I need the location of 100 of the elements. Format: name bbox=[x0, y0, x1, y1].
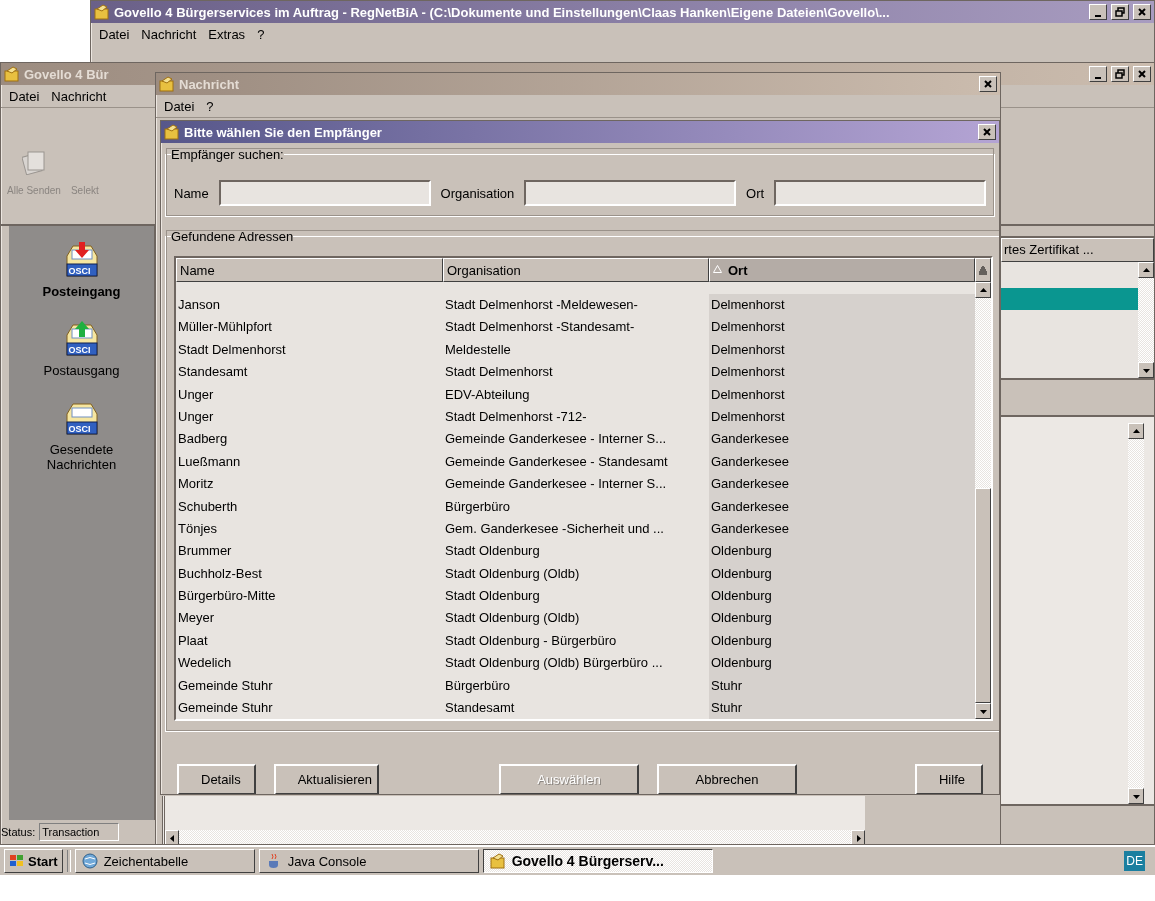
table-cell-text: Gemeinde Ganderkesee - Interner S... bbox=[444, 430, 668, 449]
menu-item[interactable]: ? bbox=[257, 26, 265, 42]
menu-item[interactable]: Datei bbox=[9, 88, 40, 104]
table-cell: Delmenhorst bbox=[709, 338, 975, 362]
icon-badge-text: OSCI bbox=[68, 424, 91, 434]
language-indicator[interactable]: DE bbox=[1124, 851, 1145, 871]
input-field[interactable] bbox=[218, 180, 431, 206]
folder-item[interactable]: OSCI Gesendete Nachrichten bbox=[16, 400, 147, 472]
window-title: Govello 4 Bür bbox=[24, 66, 110, 82]
table-cell-text: Bürgerbüro bbox=[444, 676, 512, 695]
app-icon bbox=[159, 76, 175, 92]
up-arrow-icon bbox=[1132, 427, 1140, 435]
app-icon bbox=[4, 66, 20, 82]
table-cell-text: Lueßmann bbox=[177, 452, 242, 471]
close-icon bbox=[1137, 7, 1147, 17]
scroll-thumb[interactable] bbox=[975, 488, 991, 704]
scrollbar[interactable] bbox=[1128, 423, 1144, 804]
taskbar-button[interactable]: Java Console bbox=[258, 849, 479, 873]
app-icon bbox=[164, 124, 180, 140]
table-cell: Ganderkesee bbox=[709, 495, 975, 518]
table-cell: Oldenburg bbox=[709, 540, 975, 563]
sort-triangle-icon bbox=[713, 265, 722, 273]
taskbar-button[interactable]: Govello 4 Bürgerserv... bbox=[482, 849, 713, 873]
minimize-icon bbox=[1095, 13, 1101, 17]
menu-item[interactable]: ? bbox=[206, 98, 214, 114]
group-title: Gefundene Adressen bbox=[171, 229, 294, 244]
table-cell-text: Stadt Delmenhorst -Standesamt- bbox=[444, 318, 636, 337]
input-field[interactable] bbox=[774, 180, 986, 206]
close-button[interactable] bbox=[979, 76, 997, 92]
scrollbar[interactable] bbox=[1138, 262, 1154, 378]
status-value: Transaction bbox=[39, 823, 120, 841]
close-icon bbox=[983, 79, 993, 89]
table-cell-text: Gemeinde Stuhr bbox=[177, 676, 274, 695]
table-cell-text: Schuberth bbox=[177, 497, 239, 516]
folder-item[interactable]: OSCI Posteingang bbox=[16, 242, 147, 299]
scroll-right-button[interactable] bbox=[851, 830, 865, 844]
table-cell-text: Gemeinde Stuhr bbox=[177, 699, 274, 718]
globe-icon bbox=[81, 853, 98, 869]
group-title: Empfänger suchen: bbox=[171, 147, 284, 162]
table-cell-text: Unger bbox=[177, 385, 215, 404]
table-cell-text: Müller-Mühlpfort bbox=[177, 318, 273, 337]
menu-item[interactable]: Datei bbox=[164, 98, 195, 114]
table-cell: Delmenhorst bbox=[709, 405, 975, 429]
menu-item[interactable]: Extras bbox=[208, 26, 246, 42]
start-button[interactable]: Start bbox=[4, 849, 63, 873]
papers-icon bbox=[21, 149, 46, 175]
table-cell-text: Unger bbox=[177, 407, 215, 426]
folder-item[interactable]: OSCI Postausgang bbox=[16, 321, 147, 378]
scroll-up-button[interactable] bbox=[1128, 423, 1144, 439]
scroll-left-button[interactable] bbox=[165, 830, 179, 844]
menu-item[interactable]: Nachricht bbox=[51, 88, 107, 104]
table-cell: Delmenhorst bbox=[709, 316, 975, 339]
column-header[interactable]: Name bbox=[176, 258, 443, 282]
dialog-button[interactable]: Abbrechen bbox=[656, 764, 797, 794]
column-header[interactable]: Ort bbox=[709, 258, 975, 282]
input-field[interactable] bbox=[524, 180, 737, 206]
column-menu-button[interactable] bbox=[975, 258, 991, 282]
scroll-down-button[interactable] bbox=[1128, 788, 1144, 804]
scrollbar[interactable] bbox=[975, 282, 991, 720]
app-icon bbox=[94, 4, 110, 20]
table-cell-text: Bürgerbüro bbox=[444, 497, 512, 516]
column-header[interactable]: Organisation bbox=[443, 258, 709, 282]
close-icon bbox=[1137, 69, 1147, 79]
table-cell-text: Bürgerbüro-Mitte bbox=[177, 587, 277, 606]
column-header[interactable]: rtes Zertifikat ... bbox=[1001, 238, 1154, 262]
table-cell-text: Meldestelle bbox=[444, 340, 512, 359]
window-title: Govello 4 Bürgerservices im Auftrag - RegNetBiA - (C:\Dokumente und Einstellungen\Claas Hanken\Eigene Dateien\Govello\... bbox=[114, 4, 891, 20]
close-button[interactable] bbox=[1133, 4, 1151, 20]
restore-icon bbox=[1115, 69, 1125, 79]
menu-item[interactable]: Datei bbox=[99, 26, 130, 42]
menu-item[interactable]: Nachricht bbox=[141, 26, 197, 42]
table-cell: Ganderkesee bbox=[709, 450, 975, 474]
scroll-up-button[interactable] bbox=[975, 282, 991, 298]
dialog-button[interactable]: Aktualisieren bbox=[273, 764, 379, 794]
down-arrow-icon bbox=[1132, 792, 1140, 800]
restore-button[interactable] bbox=[1111, 66, 1129, 82]
minimize-button[interactable] bbox=[1089, 66, 1107, 82]
table-cell-text: Buchholz-Best bbox=[177, 564, 263, 583]
close-button[interactable] bbox=[978, 124, 996, 140]
dialog-button[interactable]: Details bbox=[177, 764, 256, 794]
close-button[interactable] bbox=[1133, 66, 1151, 82]
scroll-down-button[interactable] bbox=[1138, 362, 1154, 378]
table-cell-text: Janson bbox=[177, 296, 221, 314]
table-cell-text: Standesamt bbox=[444, 699, 516, 718]
scroll-up-button[interactable] bbox=[1138, 262, 1154, 278]
table-cell-text: Moritz bbox=[177, 475, 215, 494]
table-cell-text: Gem. Ganderkesee -Sicherheit und ... bbox=[444, 519, 665, 538]
taskbar-button[interactable]: Zeichentabelle bbox=[74, 849, 255, 873]
minimize-button[interactable] bbox=[1089, 4, 1107, 20]
table-cell-text: Stadt Delmenhorst -Meldewesen- bbox=[444, 296, 639, 314]
table-cell-text: Badberg bbox=[177, 430, 229, 449]
icon-badge-text: OSCI bbox=[68, 266, 91, 276]
down-arrow-icon bbox=[979, 707, 987, 715]
scroll-down-button[interactable] bbox=[975, 703, 991, 720]
restore-button[interactable] bbox=[1111, 4, 1129, 20]
dialog-button[interactable]: Hilfe bbox=[914, 764, 983, 794]
horizontal-scrollbar[interactable] bbox=[165, 830, 865, 844]
restore-icon bbox=[1115, 7, 1125, 17]
table-cell-text: Stadt Oldenburg (Oldb) Bürgerbüro ... bbox=[444, 654, 664, 673]
field-label: Organisation bbox=[440, 185, 515, 201]
